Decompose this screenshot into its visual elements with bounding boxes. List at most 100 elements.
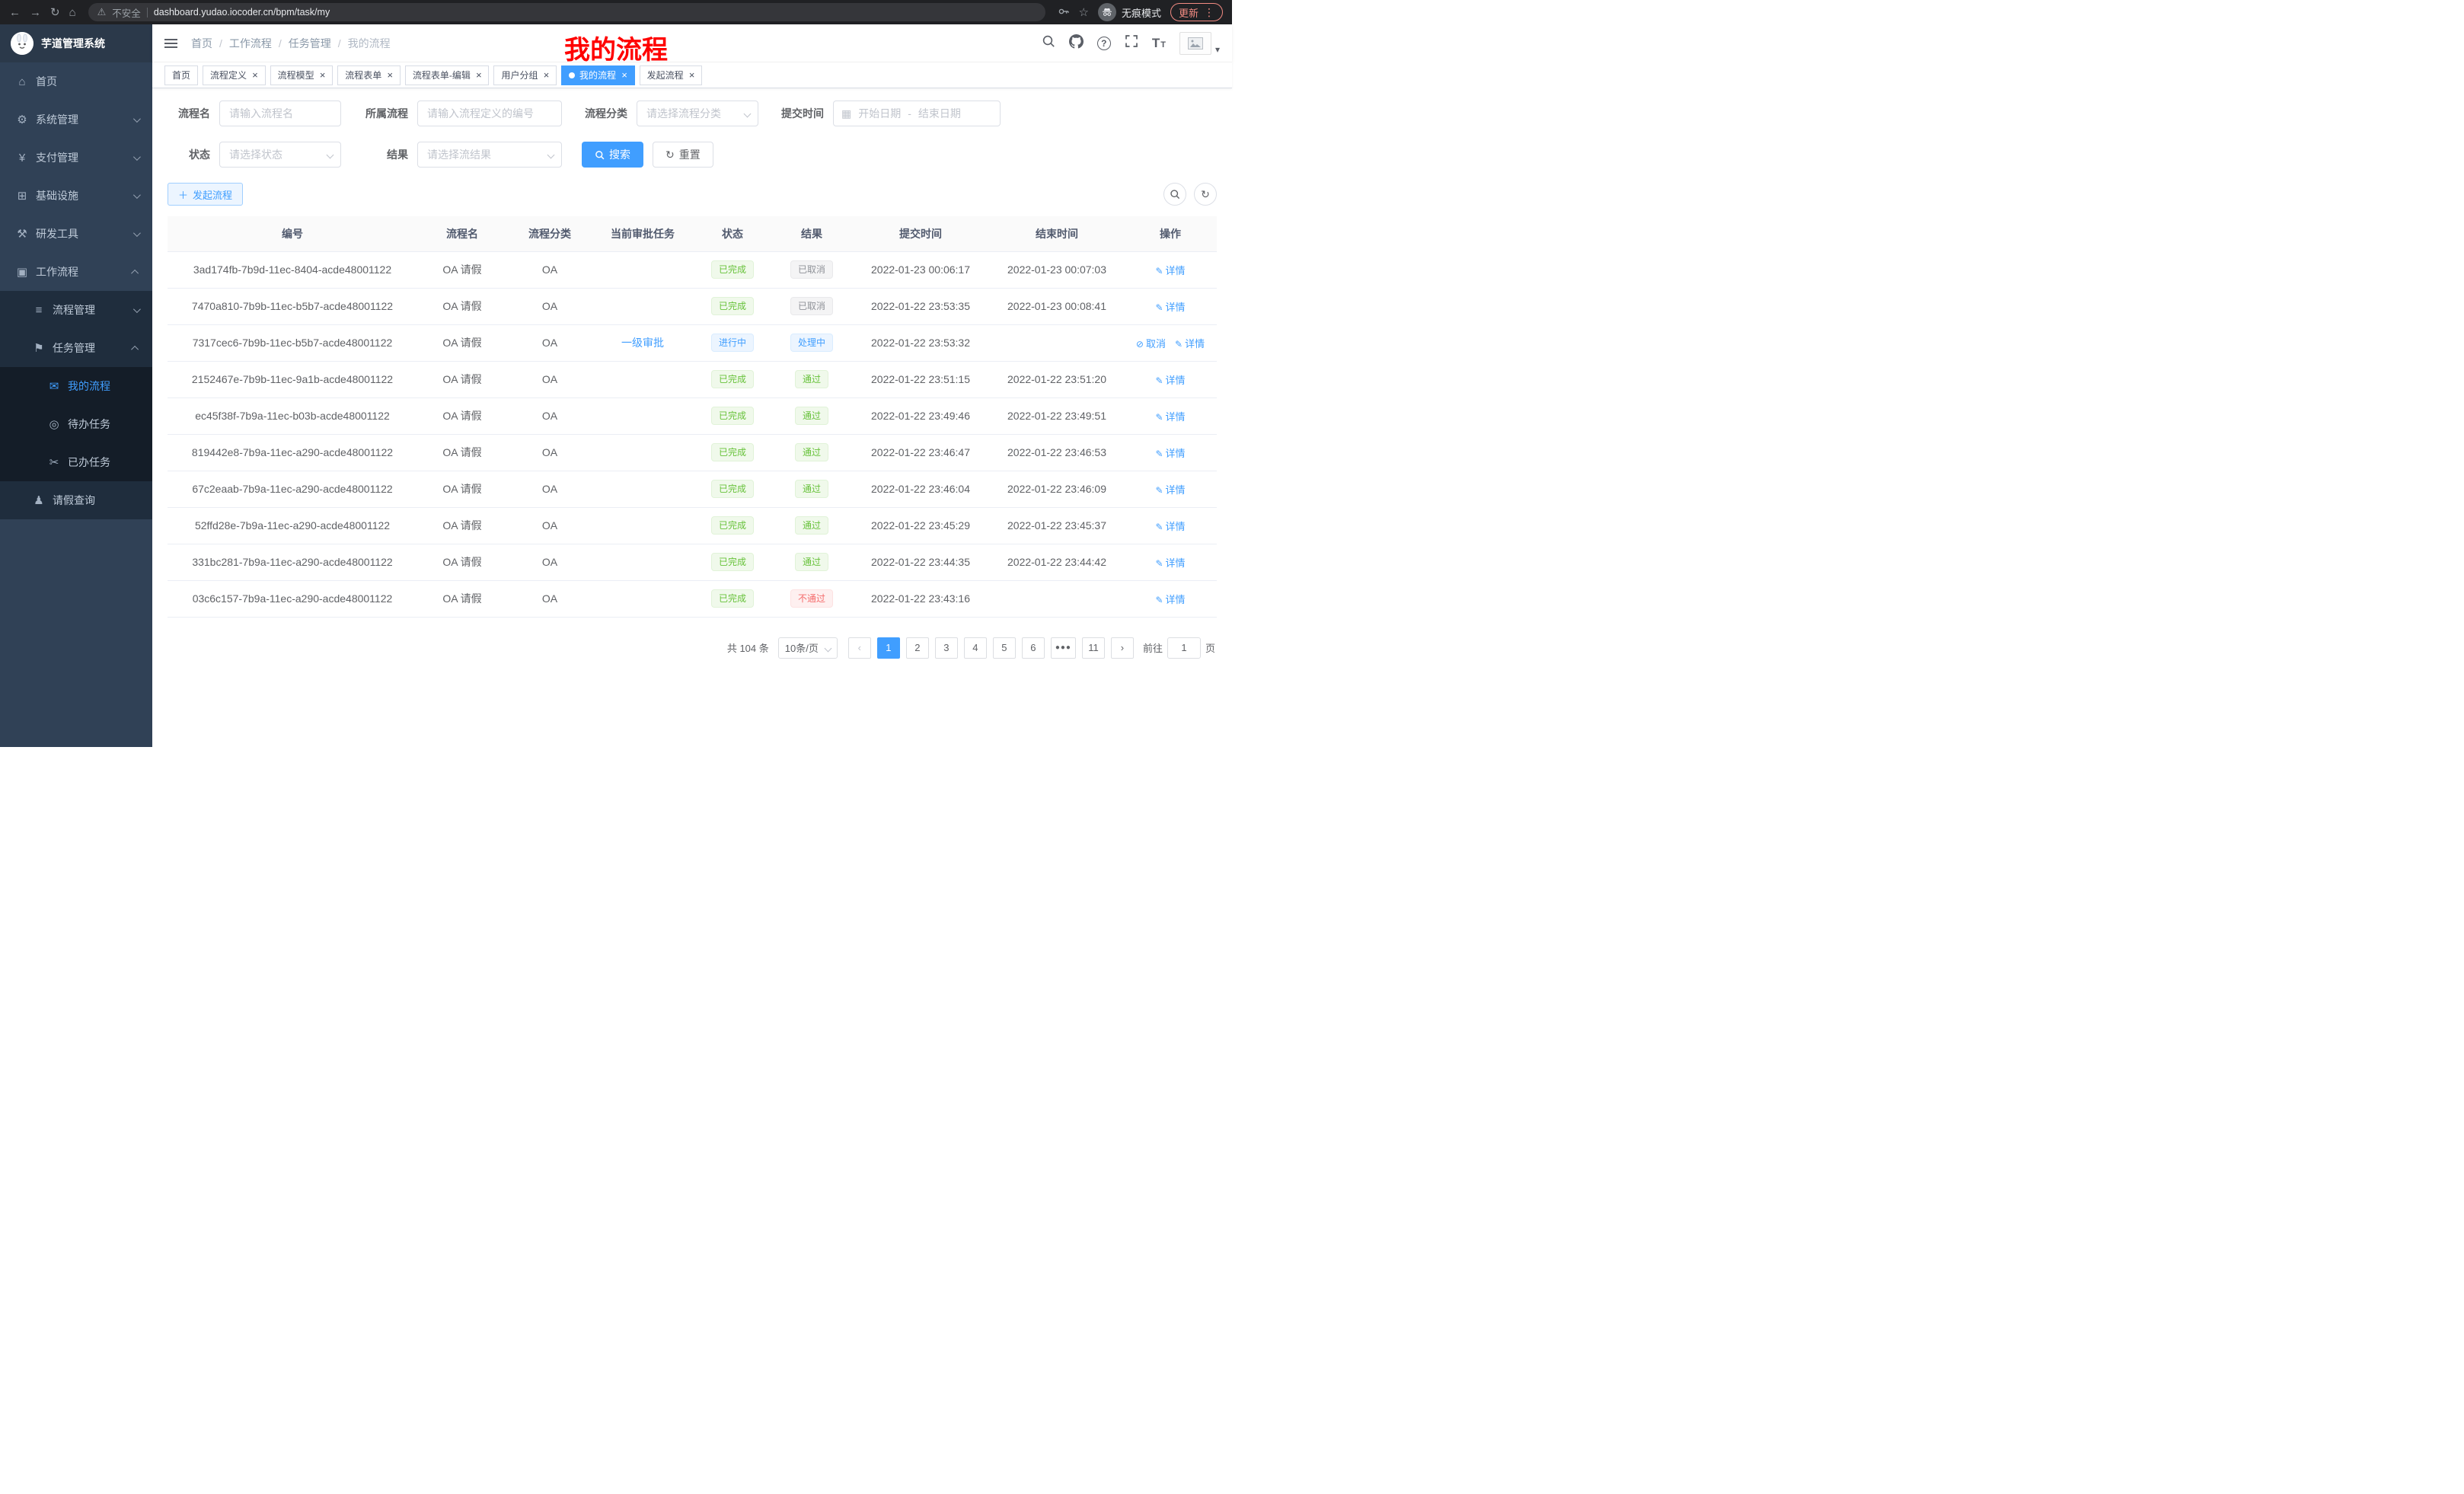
current-task-link[interactable]: 一级审批 — [621, 337, 664, 349]
pager-page-4[interactable]: 4 — [964, 637, 987, 659]
chevron-down-icon — [824, 644, 831, 652]
tab-流程定义[interactable]: 流程定义× — [203, 65, 266, 85]
address-bar[interactable]: ⚠ 不安全 dashboard.yudao.iocoder.cn/bpm/tas… — [88, 3, 1045, 21]
sidebar-item-研发工具[interactable]: ⚒研发工具 — [0, 215, 152, 253]
close-icon[interactable]: × — [689, 70, 695, 80]
sidebar-item-首页[interactable]: ⌂首页 — [0, 62, 152, 101]
avatar[interactable]: ▾ — [1179, 32, 1220, 55]
collapse-sidebar-icon[interactable] — [164, 37, 177, 50]
detail-link[interactable]: ✎详情 — [1155, 265, 1185, 276]
pager-prev-button[interactable]: ‹ — [848, 637, 871, 659]
close-icon[interactable]: × — [320, 70, 326, 80]
tab-用户分组[interactable]: 用户分组× — [493, 65, 557, 85]
tab-流程表单-编辑[interactable]: 流程表单-编辑× — [405, 65, 490, 85]
detail-link[interactable]: ✎详情 — [1155, 594, 1185, 605]
page-size-select[interactable]: 10条/页 — [778, 637, 838, 659]
sidebar-item-工作流程[interactable]: ▣工作流程 — [0, 253, 152, 291]
update-button[interactable]: 更新 ⋮ — [1170, 3, 1223, 21]
tab-首页[interactable]: 首页 — [164, 65, 198, 85]
close-icon[interactable]: × — [387, 70, 393, 80]
chevron-down-icon — [547, 152, 555, 159]
cell-result: 通过 — [772, 507, 851, 544]
create-process-button[interactable]: ＋ 发起流程 — [168, 183, 243, 206]
back-icon[interactable]: ← — [9, 7, 21, 18]
detail-link[interactable]: ✎详情 — [1155, 484, 1185, 496]
detail-link[interactable]: ✎详情 — [1155, 521, 1185, 532]
detail-link[interactable]: ✎详情 — [1155, 375, 1185, 386]
reload-icon[interactable]: ↻ — [50, 7, 60, 18]
browser-home-icon[interactable]: ⌂ — [69, 7, 76, 18]
refresh-table-button[interactable]: ↻ — [1194, 183, 1217, 206]
cell-status: 已完成 — [693, 471, 772, 507]
cell-category: OA — [507, 251, 592, 288]
toggle-search-button[interactable] — [1163, 183, 1186, 206]
pager-page-5[interactable]: 5 — [993, 637, 1016, 659]
github-icon[interactable] — [1069, 34, 1084, 53]
tab-发起流程[interactable]: 发起流程× — [640, 65, 703, 85]
url-text[interactable]: dashboard.yudao.iocoder.cn/bpm/task/my — [154, 7, 330, 18]
sidebar-item-请假查询[interactable]: ♟请假查询 — [0, 481, 152, 519]
key-icon[interactable] — [1058, 5, 1070, 20]
sidebar-menu: ⌂首页⚙系统管理¥支付管理⊞基础设施⚒研发工具▣工作流程≡流程管理⚑任务管理✉我… — [0, 62, 152, 747]
sidebar-item-基础设施[interactable]: ⊞基础设施 — [0, 177, 152, 215]
process-category-select[interactable]: 请选择流程分类 — [637, 101, 758, 126]
close-icon[interactable]: × — [621, 70, 627, 80]
breadcrumb-item-任务管理[interactable]: 任务管理 — [289, 36, 331, 51]
font-size-icon[interactable]: TT — [1152, 37, 1166, 49]
tab-流程表单[interactable]: 流程表单 × — [337, 65, 401, 85]
breadcrumb-item-工作流程[interactable]: 工作流程 — [229, 36, 272, 51]
pager-more-button[interactable]: ●●● — [1051, 637, 1076, 659]
pager-page-1[interactable]: 1 — [877, 637, 900, 659]
cell-current-task — [592, 580, 693, 617]
sidebar-item-支付管理[interactable]: ¥支付管理 — [0, 139, 152, 177]
detail-link[interactable]: ✎详情 — [1175, 338, 1205, 350]
search-button[interactable]: 搜索 — [582, 142, 643, 168]
pager-page-2[interactable]: 2 — [906, 637, 929, 659]
help-icon[interactable]: ? — [1097, 37, 1111, 50]
date-start-placeholder: 开始日期 — [858, 106, 901, 121]
sidebar-item-我的流程[interactable]: ✉我的流程 — [0, 367, 152, 405]
browser-menu-dots-icon[interactable]: ⋮ — [1204, 6, 1214, 19]
pager-next-button[interactable]: › — [1111, 637, 1134, 659]
reset-button[interactable]: ↻ 重置 — [653, 142, 713, 168]
detail-link[interactable]: ✎详情 — [1155, 448, 1185, 459]
security-label[interactable]: 不安全 — [112, 5, 141, 20]
pager-page-6[interactable]: 6 — [1022, 637, 1045, 659]
app-logo[interactable]: 芋道管理系统 — [0, 24, 152, 62]
process-name-input[interactable] — [219, 101, 341, 126]
bookmark-star-icon[interactable]: ☆ — [1079, 7, 1089, 18]
close-icon[interactable]: × — [252, 70, 258, 80]
sidebar-item-流程管理[interactable]: ≡流程管理 — [0, 291, 152, 329]
goto-page-input[interactable] — [1167, 637, 1201, 659]
cell-category: OA — [507, 580, 592, 617]
table-body: 3ad174fb-7b9d-11ec-8404-acde48001122OA 请… — [168, 251, 1217, 617]
process-definition-input[interactable] — [417, 101, 562, 126]
sidebar-item-待办任务[interactable]: ◎待办任务 — [0, 405, 152, 443]
search-icon[interactable] — [1042, 34, 1055, 52]
submit-time-range-picker[interactable]: ▦ 开始日期 - 结束日期 — [833, 101, 1001, 126]
breadcrumb-item-首页[interactable]: 首页 — [191, 36, 212, 51]
forward-icon[interactable]: → — [30, 7, 41, 18]
status-select[interactable]: 请选择状态 — [219, 142, 341, 168]
cell-actions: ✎详情 — [1124, 544, 1217, 580]
table-row: 52ffd28e-7b9a-11ec-a290-acde48001122OA 请… — [168, 507, 1217, 544]
fullscreen-icon[interactable] — [1125, 34, 1138, 52]
pager-page-11[interactable]: 11 — [1082, 637, 1105, 659]
sidebar-item-系统管理[interactable]: ⚙系统管理 — [0, 101, 152, 139]
cell-actions: ✎详情 — [1124, 288, 1217, 324]
detail-link[interactable]: ✎详情 — [1155, 411, 1185, 423]
pager-page-3[interactable]: 3 — [935, 637, 958, 659]
detail-link[interactable]: ✎详情 — [1155, 557, 1185, 569]
cancel-link[interactable]: ⊘取消 — [1136, 338, 1166, 350]
close-icon[interactable]: × — [476, 70, 482, 80]
tab-流程模型[interactable]: 流程模型× — [270, 65, 334, 85]
close-icon[interactable]: × — [543, 70, 549, 80]
table-row: 67c2eaab-7b9a-11ec-a290-acde48001122OA 请… — [168, 471, 1217, 507]
cell-current-task — [592, 507, 693, 544]
detail-link[interactable]: ✎详情 — [1155, 302, 1185, 313]
sidebar-item-任务管理[interactable]: ⚑任务管理 — [0, 329, 152, 367]
tab-label: 流程表单 — [345, 69, 381, 81]
tab-我的流程[interactable]: 我的流程× — [561, 65, 635, 85]
result-select[interactable]: 请选择流结果 — [417, 142, 562, 168]
sidebar-item-已办任务[interactable]: ✂已办任务 — [0, 443, 152, 481]
